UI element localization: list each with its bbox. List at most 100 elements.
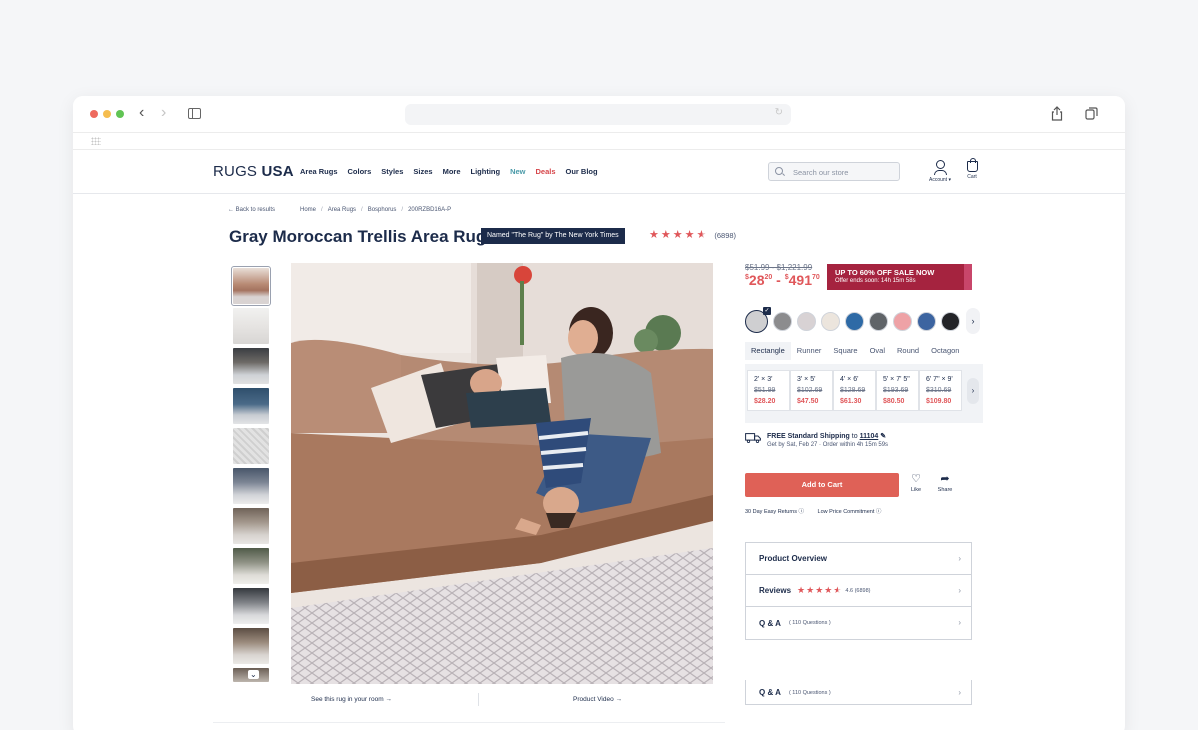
- nav-new[interactable]: New: [510, 167, 525, 176]
- sticky-qa-row[interactable]: Q & A ( 110 Questions ) ›: [745, 680, 972, 705]
- size-option[interactable]: 2' × 3' $51.99 $28.20: [747, 370, 790, 411]
- view-in-room-link[interactable]: See this rug in your room →: [311, 696, 392, 703]
- size-option[interactable]: 4' × 6' $128.69 $61.30: [833, 370, 876, 411]
- accordion-product-overview[interactable]: Product Overview ›: [746, 543, 971, 575]
- tabs-overview-icon[interactable]: [1085, 107, 1098, 120]
- breadcrumb-home[interactable]: Home: [300, 207, 316, 213]
- forward-arrow-icon[interactable]: ›: [161, 105, 166, 121]
- add-to-cart-button[interactable]: Add to Cart: [745, 473, 899, 497]
- size-label: 3' × 5': [797, 376, 816, 383]
- main-product-image[interactable]: [291, 263, 713, 684]
- thumbnail-list: ⌄: [231, 266, 271, 682]
- breadcrumb-bosphorus[interactable]: Bosphorus: [368, 207, 397, 213]
- color-swatch[interactable]: ✓: [745, 307, 771, 333]
- product-rating[interactable]: ★ ★ ★ ★ ★ (6898): [649, 230, 736, 241]
- reload-icon[interactable]: ↻: [775, 107, 783, 118]
- like-button[interactable]: ♡ Like: [908, 473, 924, 493]
- zip-code-link[interactable]: 11104: [860, 433, 879, 440]
- thumbnail-bedroom[interactable]: [233, 508, 269, 544]
- size-option[interactable]: 3' × 5' $102.69 $47.50: [790, 370, 833, 411]
- account-button[interactable]: Account ▾: [925, 160, 955, 183]
- accordion-title: Q & A: [759, 618, 781, 628]
- press-badge: Named "The Rug" by The New York Times: [481, 228, 625, 244]
- close-window-button[interactable]: [90, 110, 98, 118]
- color-swatch[interactable]: [917, 312, 936, 331]
- address-bar[interactable]: ↻: [405, 104, 791, 125]
- tab-round[interactable]: Round: [891, 342, 925, 360]
- nav-sizes[interactable]: Sizes: [413, 167, 432, 176]
- thumbnail-entry[interactable]: [233, 548, 269, 584]
- thumbnail-rug-closeup[interactable]: [233, 428, 269, 464]
- color-swatch[interactable]: [845, 312, 864, 331]
- cart-button[interactable]: Cart: [963, 158, 981, 180]
- shopping-bag-icon: [966, 158, 978, 172]
- product-accordion: Product Overview › Reviews ★ ★ ★ ★ ★ 4.6 (68…: [745, 542, 972, 640]
- accordion-qa[interactable]: Q & A ( 110 Questions ) ›: [746, 607, 971, 639]
- thumbnail-blue-room[interactable]: [233, 388, 269, 424]
- site-header: RUGS USA Area Rugs Colors Styles Sizes M…: [73, 150, 1125, 194]
- user-icon: [935, 160, 945, 169]
- thumbnail-window-room[interactable]: [233, 588, 269, 624]
- thumbnail-living-room[interactable]: [233, 308, 269, 344]
- nav-our-blog[interactable]: Our Blog: [566, 167, 598, 176]
- star-icon: ★: [815, 585, 824, 595]
- grid-icon[interactable]: [91, 137, 101, 145]
- account-label: Account ▾: [929, 177, 951, 183]
- search-placeholder: Search our store: [793, 168, 849, 177]
- nav-more[interactable]: More: [443, 167, 461, 176]
- star-icon: ★: [824, 585, 833, 595]
- returns-policy-link[interactable]: 30 Day Easy Returns ⓘ: [745, 509, 804, 515]
- back-to-results-link[interactable]: ← Back to results: [228, 207, 275, 213]
- edit-icon[interactable]: ✎: [880, 433, 886, 440]
- nav-lighting[interactable]: Lighting: [471, 167, 501, 176]
- sizes-next-button[interactable]: ›: [967, 378, 979, 404]
- share-icon[interactable]: [1051, 106, 1063, 121]
- heart-icon: ♡: [911, 473, 921, 485]
- divider: [213, 722, 725, 723]
- thumbnail-family-room[interactable]: [233, 628, 269, 664]
- tab-square[interactable]: Square: [827, 342, 863, 360]
- color-swatch[interactable]: [941, 312, 960, 331]
- breadcrumb-area-rugs[interactable]: Area Rugs: [328, 207, 356, 213]
- accordion-title: Reviews: [759, 586, 792, 595]
- price-commitment-link[interactable]: Low Price Commitment ⓘ: [818, 509, 882, 515]
- more-thumbnails-button[interactable]: ⌄: [233, 668, 269, 682]
- size-option[interactable]: 6' 7" × 9' $310.69 $109.80: [919, 370, 962, 411]
- thumbnail-room-sofa[interactable]: [231, 266, 271, 306]
- color-swatch[interactable]: [893, 312, 912, 331]
- star-icon: ★: [660, 229, 671, 241]
- tab-rectangle[interactable]: Rectangle: [745, 342, 791, 360]
- search-input[interactable]: Search our store: [768, 162, 900, 181]
- nav-colors[interactable]: Colors: [348, 167, 372, 176]
- site-logo[interactable]: RUGS USA: [213, 163, 294, 180]
- nav-deals[interactable]: Deals: [536, 167, 556, 176]
- size-original-price: $51.99: [754, 387, 776, 394]
- sidebar-toggle-icon[interactable]: [188, 108, 201, 119]
- nav-area-rugs[interactable]: Area Rugs: [300, 167, 338, 176]
- color-swatch[interactable]: [797, 312, 816, 331]
- accordion-title: Q & A: [759, 688, 781, 697]
- color-swatch[interactable]: [821, 312, 840, 331]
- checkmark-icon: ✓: [763, 307, 771, 315]
- nav-styles[interactable]: Styles: [381, 167, 403, 176]
- tab-runner[interactable]: Runner: [791, 342, 828, 360]
- size-option[interactable]: 5' × 7' 5" $193.69 $80.50: [876, 370, 919, 411]
- back-arrow-icon[interactable]: ‹: [139, 105, 144, 121]
- minimize-window-button[interactable]: [103, 110, 111, 118]
- maximize-window-button[interactable]: [116, 110, 124, 118]
- swatches-next-button[interactable]: ›: [966, 308, 980, 334]
- product-video-link[interactable]: Product Video →: [573, 696, 622, 703]
- thumbnail-dining[interactable]: [233, 348, 269, 384]
- size-sale-price: $109.80: [926, 398, 952, 405]
- sale-price-range: $2820 - $49170: [745, 272, 820, 288]
- color-swatch[interactable]: [869, 312, 888, 331]
- user-icon-body: [933, 170, 947, 175]
- accordion-reviews[interactable]: Reviews ★ ★ ★ ★ ★ 4.6 (6898) ›: [746, 575, 971, 607]
- color-swatch[interactable]: [773, 312, 792, 331]
- share-button[interactable]: ➦ Share: [935, 473, 955, 493]
- thumbnail-hallway[interactable]: [233, 468, 269, 504]
- tab-oval[interactable]: Oval: [864, 342, 891, 360]
- chevron-right-icon: ›: [958, 618, 961, 627]
- tab-octagon[interactable]: Octagon: [925, 342, 965, 360]
- reviews-summary: 4.6 (6898): [845, 587, 871, 594]
